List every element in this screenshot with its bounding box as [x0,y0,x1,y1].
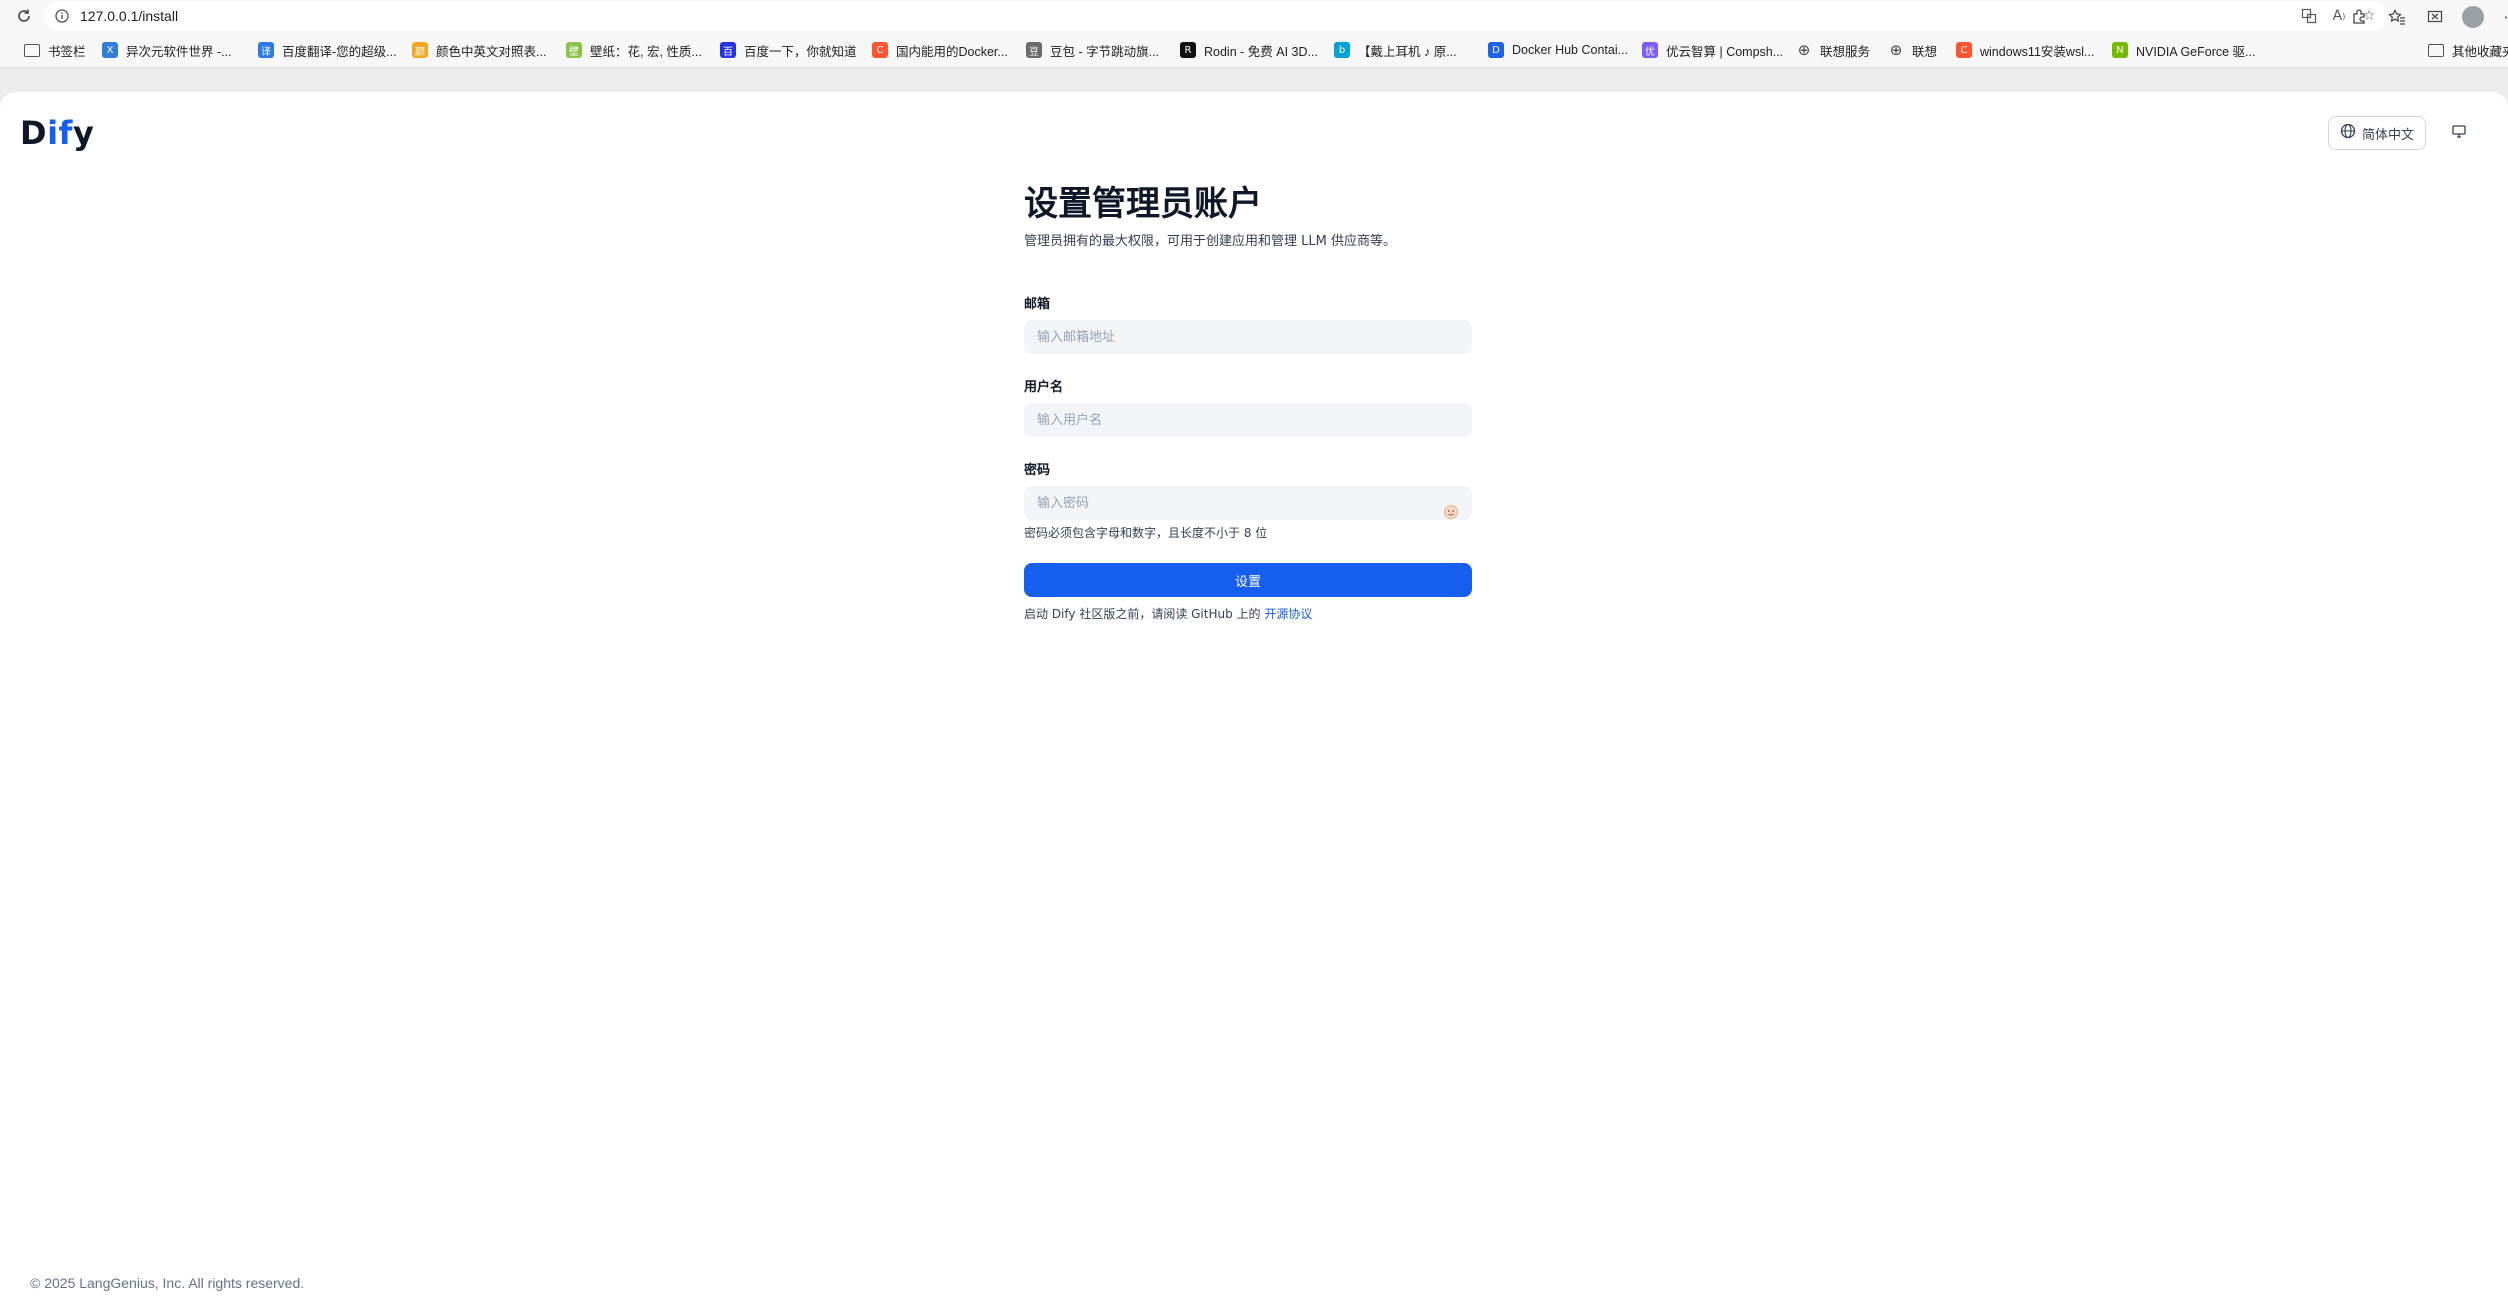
bookmark-label: NVIDIA GeForce 驱... [2136,44,2256,59]
bookmark-label: 异次元软件世界 -... [126,44,232,59]
nvidia-icon: N [2112,42,2128,58]
bookmark-label: 颜色中英文对照表... [436,44,547,59]
bookmark-item[interactable]: 优优云智算 | Compsh... [1642,40,1783,60]
bookmark-label: windows11安装wsl... [1980,44,2095,59]
collections-icon[interactable] [2424,6,2446,28]
page-subtitle: 管理员拥有的最大权限，可用于创建应用和管理 LLM 供应商等。 [1024,234,1396,249]
rodin-icon: R [1180,42,1196,58]
email-label: 邮箱 [1024,297,1051,312]
bookmark-item[interactable]: 壁壁纸：花, 宏, 性质... [566,40,702,60]
translate-page-icon[interactable] [2300,7,2318,25]
bookmark-item[interactable]: 书签栏 [24,40,86,60]
baidu-icon: 百 [720,42,736,58]
page-title: 设置管理员账户 [1024,184,1262,224]
browser-toolbar: 127.0.0.1/install A) ☆ ⋯ [0,0,2508,32]
password-field-wrapper [1024,486,1472,520]
language-selector-button[interactable]: 简体中文 [2328,116,2426,150]
bookmark-item[interactable]: b 【戴上耳机 ♪ 原... [1334,40,1457,60]
theme-toggle-button[interactable] [2448,122,2470,144]
read-aloud-icon[interactable]: A) [2330,7,2348,25]
folder-icon [2428,43,2444,57]
username-label: 用户名 [1024,380,1064,395]
bookmark-item[interactable]: ⊕ 联想 [1888,40,1937,60]
bookmark-label: Rodin - 免费 AI 3D... [1204,44,1318,59]
dify-logo: Dify [20,114,94,152]
monitor-icon [2451,123,2467,143]
bookmark-item[interactable]: R Rodin - 免费 AI 3D... [1180,40,1318,60]
site-icon: 壁 [566,42,582,58]
globe-icon: ⊕ [1889,41,1903,59]
logo-prefix: D [20,114,48,152]
bookmark-item[interactable]: ⊕ 联想服务 [1796,40,1870,60]
bookmark-label: 百度翻译-您的超级... [282,44,397,59]
logo-highlight: if [47,114,73,152]
bookmark-item[interactable]: X 异次元软件世界 -... [102,40,232,60]
site-icon: X [102,42,118,58]
csdn-icon: C [872,42,888,58]
more-menu-icon[interactable]: ⋯ [2500,6,2508,28]
bookmark-item[interactable]: C 国内能用的Docker... [872,40,1008,60]
csdn-icon: C [1956,42,1972,58]
bookmark-item[interactable]: 其他收藏夹 [2428,40,2508,60]
bookmark-label: 百度一下，你就知道 [744,44,857,59]
bookmark-item[interactable]: Cwindows11安装wsl... [1956,40,2094,60]
bookmark-label: Docker Hub Contai... [1512,43,1629,57]
bookmark-item[interactable]: 颜颜色中英文对照表... [412,40,546,60]
language-label: 简体中文 [2361,127,2414,143]
admin-setup-form: 设置管理员账户 管理员拥有的最大权限，可用于创建应用和管理 LLM 供应商等。 … [1024,182,1472,622]
doubao-icon: 豆 [1026,42,1042,58]
setup-submit-button[interactable]: 设置 [1024,563,1472,597]
bookmark-label: 联想服务 [1820,44,1871,59]
bookmark-label: 国内能用的Docker... [896,44,1008,59]
globe-icon [2340,123,2356,143]
logo-suffix: y [72,114,95,152]
reload-icon[interactable] [14,6,34,26]
bilibili-icon: b [1334,42,1350,58]
password-label: 密码 [1024,463,1051,478]
profile-avatar-icon[interactable] [2462,6,2484,28]
site-icon: 颜 [412,42,428,58]
bookmark-label: 豆包 - 字节跳动旗... [1050,44,1160,59]
bookmark-item[interactable]: D Docker Hub Contai... [1488,40,1628,60]
bookmark-label: 优云智算 | Compsh... [1666,44,1784,59]
bookmark-label: 【戴上耳机 ♪ 原... [1358,44,1457,59]
bookmark-item[interactable]: 豆豆包 - 字节跳动旗... [1026,40,1159,60]
footer-copyright: © 2025 LangGenius, Inc. All rights reser… [30,1275,305,1291]
docker-icon: D [1488,42,1504,58]
bookmark-label: 联想 [1912,44,1938,59]
password-hint: 密码必须包含字母和数字，且长度不小于 8 位 [1024,526,1268,540]
address-bar[interactable]: 127.0.0.1/install A) ☆ [44,2,2388,30]
folder-icon [24,43,40,57]
bookmark-item[interactable]: 译百度翻译-您的超级... [258,40,397,60]
bookmarks-bar: 书签栏 X 异次元软件世界 -... 译百度翻译-您的超级... 颜颜色中英文对照表..… [0,32,2508,68]
site-info-icon[interactable] [54,8,70,24]
license-notice-text: 启动 Dify 社区版之前，请阅读 GitHub 上的 [1024,607,1261,621]
globe-icon: ⊕ [1797,41,1811,59]
bookmark-label: 其他收藏夹 [2452,44,2508,59]
license-notice: 启动 Dify 社区版之前，请阅读 GitHub 上的 开源协议 [1024,605,1472,622]
bookmark-label: 壁纸：花, 宏, 性质... [590,44,702,59]
open-source-license-link[interactable]: 开源协议 [1264,607,1312,621]
url-text[interactable]: 127.0.0.1/install [80,8,178,24]
site-icon: 优 [1642,42,1658,58]
bookmark-item[interactable]: N NVIDIA GeForce 驱... [2112,40,2255,60]
username-input[interactable] [1024,403,1472,437]
page-content: Dify 简体中文 设置管理员账户 管理员拥有的最大权限，可用于创建应用和管理 … [0,92,2508,1299]
translate-icon: 译 [258,42,274,58]
favorites-icon[interactable] [2386,6,2408,28]
show-password-icon[interactable] [1442,503,1460,521]
email-input[interactable] [1024,320,1472,354]
extensions-icon[interactable] [2348,6,2370,28]
bookmark-item[interactable]: 百百度一下，你就知道 [720,40,857,60]
password-input[interactable] [1024,486,1472,520]
bookmark-label: 书签栏 [48,44,86,59]
